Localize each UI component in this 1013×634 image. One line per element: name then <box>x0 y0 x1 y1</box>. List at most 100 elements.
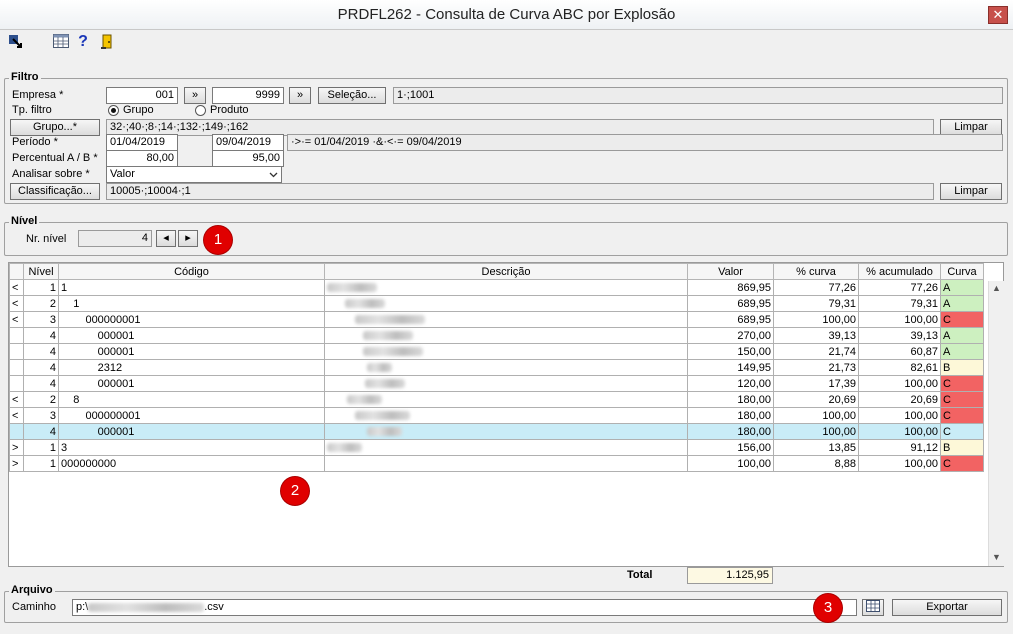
column-header[interactable]: % acumulado <box>858 263 941 280</box>
percent-acumulado-cell: 100,00 <box>858 311 941 328</box>
export-icon[interactable] <box>7 34 23 50</box>
help-icon[interactable]: ? <box>75 34 91 50</box>
toolbar <box>0 30 1013 56</box>
curva-cell: A <box>940 295 984 312</box>
nivel-cell: 1 <box>23 439 59 456</box>
expand-toggle[interactable]: < <box>9 391 24 408</box>
empresa-to-lookup-button[interactable]: » <box>289 87 311 104</box>
percent-acumulado-cell: 82,61 <box>858 359 941 376</box>
column-header[interactable]: Nível <box>23 263 59 280</box>
table-row[interactable]: <3 000000001 689,95 100,00 100,00 C <box>9 311 984 328</box>
expand-toggle[interactable] <box>9 423 24 440</box>
codigo-cell: 000001 <box>58 423 325 440</box>
redacted-description <box>347 395 382 405</box>
descricao-cell <box>324 375 688 392</box>
expand-toggle[interactable] <box>9 375 24 392</box>
descricao-cell <box>324 407 688 424</box>
table-row[interactable]: 4 2312 149,95 21,73 82,61 B <box>9 359 984 376</box>
redacted-description <box>363 331 413 341</box>
exportar-button[interactable]: Exportar <box>892 599 1002 616</box>
caminho-input[interactable]: p:\ .csv <box>72 599 857 616</box>
percent-curva-cell: 100,00 <box>773 407 859 424</box>
expand-toggle[interactable] <box>9 343 24 360</box>
column-header[interactable]: % curva <box>773 263 859 280</box>
selecao-button[interactable]: Seleção... <box>318 87 386 104</box>
expand-toggle[interactable] <box>9 359 24 376</box>
table-row[interactable]: 4 000001 270,00 39,13 39,13 A <box>9 327 984 344</box>
table-row[interactable]: <1 1 869,95 77,26 77,26 A <box>9 279 984 296</box>
scroll-down-icon[interactable]: ▼ <box>991 552 1002 564</box>
percent-acumulado-cell: 77,26 <box>858 279 941 296</box>
nivel-prev-button[interactable]: ◂ <box>156 230 176 247</box>
empresa-from-input[interactable]: 001 <box>106 87 178 104</box>
percent-curva-cell: 100,00 <box>773 311 859 328</box>
percentual-b-input[interactable]: 95,00 <box>212 150 284 167</box>
nr-nivel-field: 4 <box>78 230 152 247</box>
periodo-from-input[interactable]: 01/04/2019 <box>106 134 178 151</box>
periodo-label: Período * <box>12 136 58 148</box>
valor-cell: 180,00 <box>687 391 774 408</box>
arquivo-title: Arquivo <box>9 584 55 596</box>
nivel-cell: 2 <box>23 295 59 312</box>
percent-curva-cell: 79,31 <box>773 295 859 312</box>
nivel-cell: 1 <box>23 455 59 472</box>
percent-curva-cell: 13,85 <box>773 439 859 456</box>
curva-cell: A <box>940 327 984 344</box>
valor-cell: 180,00 <box>687 423 774 440</box>
codigo-cell: 000000000 <box>58 455 325 472</box>
expand-toggle[interactable]: < <box>9 311 24 328</box>
column-header[interactable]: Curva <box>940 263 984 280</box>
expand-toggle[interactable]: < <box>9 407 24 424</box>
table-row[interactable]: <2 8 180,00 20,69 20,69 C <box>9 391 984 408</box>
grupo-button[interactable]: Grupo...* <box>10 119 100 136</box>
curva-grid: Nível Código Descrição Valor% curva% acumul… <box>8 262 1004 567</box>
table-header-row: Nível Código Descrição Valor% curva% acumul… <box>9 263 984 280</box>
valor-cell: 120,00 <box>687 375 774 392</box>
vertical-scrollbar[interactable]: ▲ ▼ <box>988 281 1004 566</box>
column-header[interactable] <box>9 263 24 280</box>
expand-toggle[interactable]: < <box>9 295 24 312</box>
valor-cell: 689,95 <box>687 295 774 312</box>
expand-toggle[interactable]: > <box>9 455 24 472</box>
table-row[interactable]: 4 000001 180,00 100,00 100,00 C <box>9 423 984 440</box>
redacted-path <box>88 602 205 612</box>
nivel-next-button[interactable]: ▸ <box>178 230 198 247</box>
column-header[interactable]: Código <box>58 263 325 280</box>
column-header[interactable]: Valor <box>687 263 774 280</box>
table-row[interactable]: >1 3 156,00 13,85 91,12 B <box>9 439 984 456</box>
empresa-to-input[interactable]: 9999 <box>212 87 284 104</box>
nivel-cell: 4 <box>23 359 59 376</box>
percentual-a-input[interactable]: 80,00 <box>106 150 178 167</box>
redacted-description <box>355 315 425 325</box>
table-row[interactable]: <3 000000001 180,00 100,00 100,00 C <box>9 407 984 424</box>
nivel-cell: 3 <box>23 311 59 328</box>
table-row[interactable]: >1 000000000 100,00 8,88 100,00 C <box>9 455 984 472</box>
curva-cell: C <box>940 375 984 392</box>
exit-icon[interactable] <box>99 34 115 50</box>
classificacao-limpar-button[interactable]: Limpar <box>940 183 1002 200</box>
curva-cell: C <box>940 391 984 408</box>
periodo-to-input[interactable]: 09/04/2019 <box>212 134 284 151</box>
radio-produto[interactable] <box>195 105 206 116</box>
close-button[interactable]: ✕ <box>988 6 1008 24</box>
radio-produto-label: Produto <box>210 104 249 116</box>
radio-grupo[interactable] <box>108 105 119 116</box>
classificacao-button[interactable]: Classificação... <box>10 183 100 200</box>
grid-icon[interactable] <box>53 34 69 50</box>
expand-toggle[interactable]: > <box>9 439 24 456</box>
scroll-up-icon[interactable]: ▲ <box>991 283 1002 295</box>
table-row[interactable]: <2 1 689,95 79,31 79,31 A <box>9 295 984 312</box>
descricao-cell <box>324 343 688 360</box>
empresa-from-lookup-button[interactable]: » <box>184 87 206 104</box>
total-value-field: 1.125,95 <box>687 567 773 584</box>
classificacao-value-field: 10005·;10004·;1 <box>106 183 934 200</box>
table-row[interactable]: 4 000001 150,00 21,74 60,87 A <box>9 343 984 360</box>
percentual-label: Percentual A / B * <box>12 152 98 164</box>
table-row[interactable]: 4 000001 120,00 17,39 100,00 C <box>9 375 984 392</box>
analisar-select[interactable]: Valor <box>106 166 282 183</box>
nivel-cell: 4 <box>23 423 59 440</box>
browse-file-button[interactable] <box>862 599 884 616</box>
expand-toggle[interactable]: < <box>9 279 24 296</box>
column-header[interactable]: Descrição <box>324 263 688 280</box>
expand-toggle[interactable] <box>9 327 24 344</box>
